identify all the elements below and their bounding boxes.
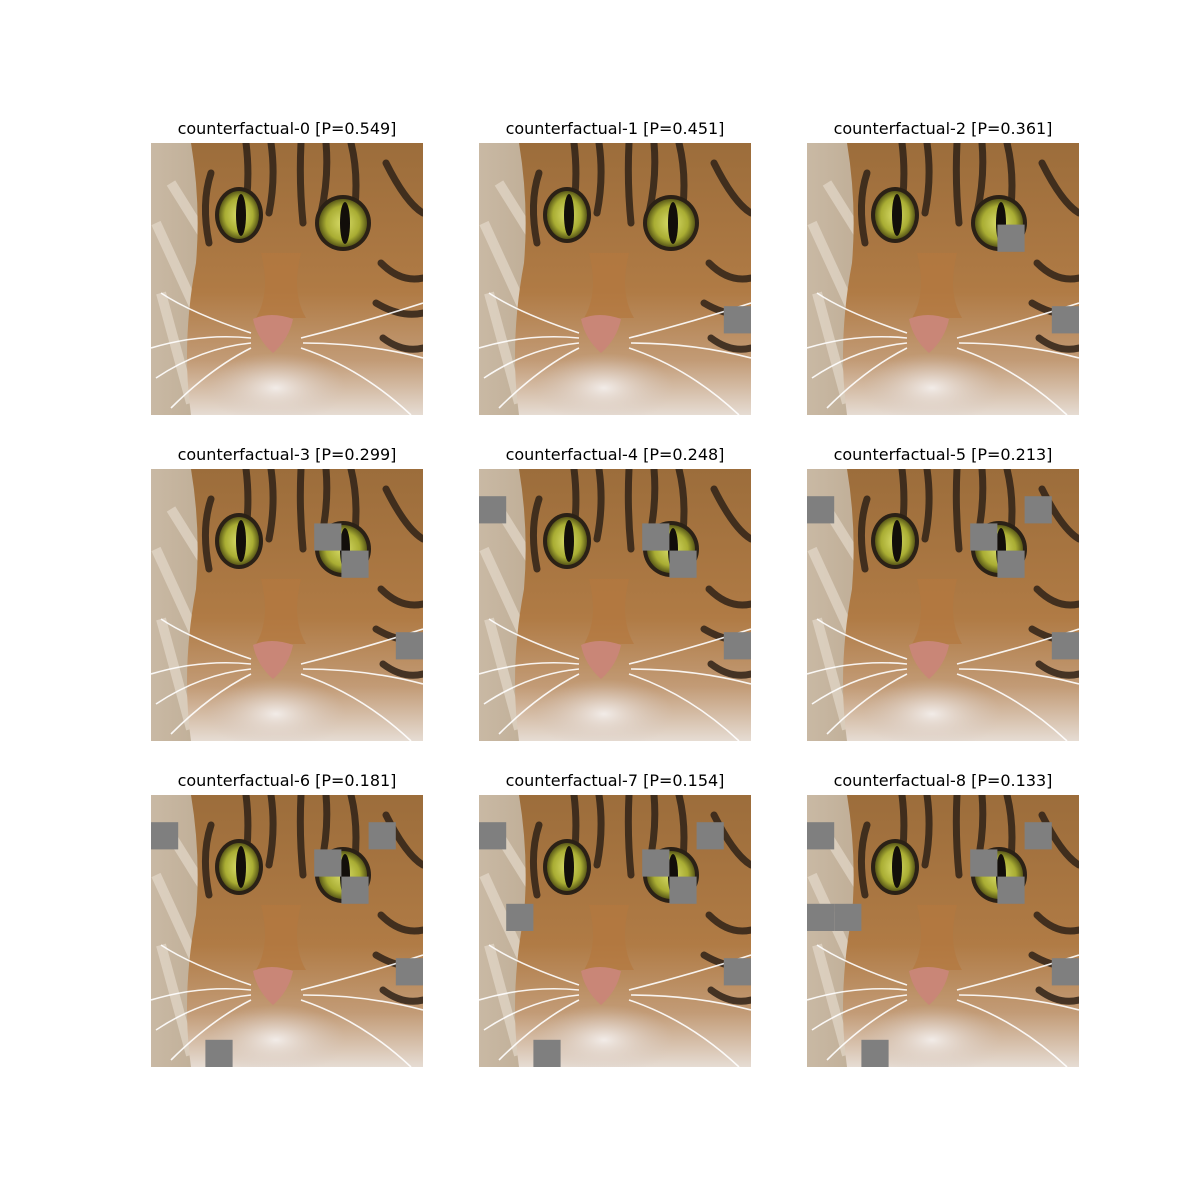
- occlusion-mask: [314, 523, 342, 551]
- occlusion-mask: [723, 958, 751, 986]
- counterfactual-panel-5: counterfactual-5 [P=0.213]: [807, 443, 1079, 741]
- counterfactual-panel-8: counterfactual-8 [P=0.133]: [807, 769, 1079, 1067]
- counterfactual-panel-4: counterfactual-4 [P=0.248]: [479, 443, 751, 741]
- cat-image: [479, 795, 751, 1067]
- cat-face: [151, 469, 423, 741]
- counterfactual-panel-7: counterfactual-7 [P=0.154]: [479, 769, 751, 1067]
- panel-title: counterfactual-0 [P=0.549]: [177, 119, 397, 138]
- occlusion-mask: [807, 822, 835, 850]
- occlusion-mask: [723, 632, 751, 660]
- occlusion-mask: [997, 876, 1025, 904]
- occlusion-mask: [997, 550, 1025, 578]
- occlusion-mask: [506, 903, 534, 931]
- cat-image: [151, 795, 423, 1067]
- cat-image: [151, 143, 423, 415]
- occlusion-mask: [696, 822, 724, 850]
- occlusion-mask: [479, 496, 507, 524]
- panel-title: counterfactual-4 [P=0.248]: [505, 445, 725, 464]
- occlusion-mask: [723, 306, 751, 334]
- panel-title: counterfactual-5 [P=0.213]: [833, 445, 1053, 464]
- cat-face: [479, 143, 751, 415]
- cat-image: [807, 795, 1079, 1067]
- cat-face: [479, 469, 751, 741]
- occlusion-mask: [314, 849, 342, 877]
- occlusion-mask: [1024, 822, 1052, 850]
- occlusion-mask: [807, 496, 835, 524]
- counterfactual-panel-1: counterfactual-1 [P=0.451]: [479, 117, 751, 415]
- occlusion-mask: [642, 849, 670, 877]
- occlusion-mask: [341, 876, 369, 904]
- counterfactual-panel-0: counterfactual-0 [P=0.549]: [151, 117, 423, 415]
- cat-face: [151, 143, 423, 415]
- occlusion-mask: [533, 1039, 561, 1067]
- occlusion-mask: [479, 822, 507, 850]
- occlusion-mask: [970, 523, 998, 551]
- occlusion-mask: [807, 903, 835, 931]
- occlusion-mask: [1051, 632, 1079, 660]
- panel-title: counterfactual-7 [P=0.154]: [505, 771, 725, 790]
- panel-title: counterfactual-6 [P=0.181]: [177, 771, 397, 790]
- cat-image: [807, 469, 1079, 741]
- counterfactual-panel-3: counterfactual-3 [P=0.299]: [151, 443, 423, 741]
- counterfactual-panel-2: counterfactual-2 [P=0.361]: [807, 117, 1079, 415]
- occlusion-mask: [368, 822, 396, 850]
- occlusion-mask: [205, 1039, 233, 1067]
- occlusion-mask: [395, 958, 423, 986]
- occlusion-mask: [395, 632, 423, 660]
- occlusion-mask: [669, 876, 697, 904]
- cat-image: [479, 143, 751, 415]
- occlusion-mask: [151, 822, 179, 850]
- panel-title: counterfactual-3 [P=0.299]: [177, 445, 397, 464]
- cat-image: [807, 143, 1079, 415]
- panel-title: counterfactual-1 [P=0.451]: [505, 119, 725, 138]
- panel-title: counterfactual-2 [P=0.361]: [833, 119, 1053, 138]
- occlusion-mask: [997, 224, 1025, 252]
- counterfactual-panel-6: counterfactual-6 [P=0.181]: [151, 769, 423, 1067]
- cat-face: [807, 143, 1079, 415]
- occlusion-mask: [970, 849, 998, 877]
- occlusion-mask: [834, 903, 862, 931]
- cat-image: [479, 469, 751, 741]
- occlusion-mask: [861, 1039, 889, 1067]
- occlusion-mask: [669, 550, 697, 578]
- occlusion-mask: [1051, 306, 1079, 334]
- panel-title: counterfactual-8 [P=0.133]: [833, 771, 1053, 790]
- occlusion-mask: [1024, 496, 1052, 524]
- occlusion-mask: [642, 523, 670, 551]
- counterfactual-figure: counterfactual-0 [P=0.549] counterfactual…: [0, 0, 1200, 1200]
- occlusion-mask: [341, 550, 369, 578]
- cat-image: [151, 469, 423, 741]
- occlusion-mask: [1051, 958, 1079, 986]
